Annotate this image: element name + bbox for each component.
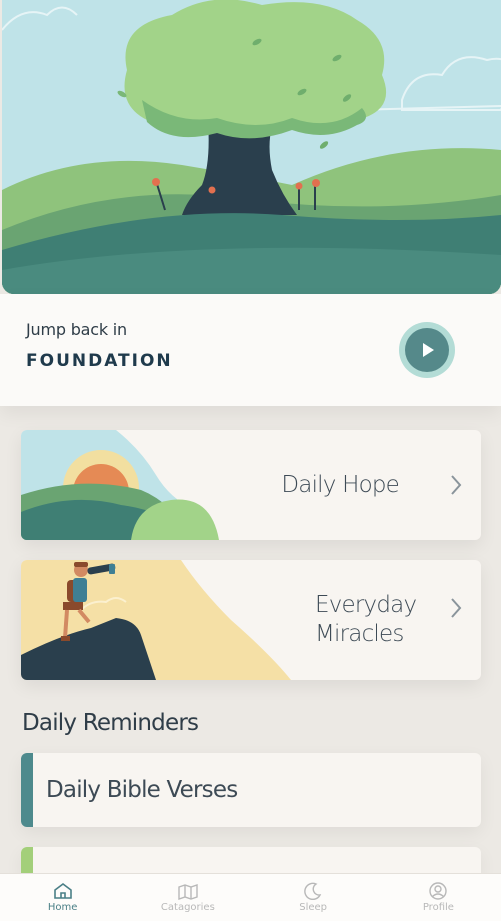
everyday-miracles-label-line2: Miracles <box>315 621 404 647</box>
reminder-accent-bar <box>21 753 33 827</box>
play-button[interactable] <box>399 322 455 378</box>
tab-home[interactable]: Home <box>0 874 125 921</box>
reminder-label: Daily Bible Verses <box>46 777 238 803</box>
daily-hope-label: Daily Hope <box>281 472 399 498</box>
home-icon <box>53 883 72 899</box>
hero-illustration <box>2 0 501 294</box>
tab-home-label: Home <box>47 902 78 913</box>
tab-profile-label: Profile <box>422 902 454 913</box>
everyday-miracles-card[interactable]: Everyday Miracles <box>21 560 481 680</box>
tab-profile[interactable]: Profile <box>376 874 501 921</box>
play-icon <box>405 328 449 372</box>
everyday-miracles-label-line1: Everyday <box>315 592 417 618</box>
hiker-cliff-art <box>21 560 291 680</box>
tab-catagories-label: Catagories <box>160 902 215 913</box>
daily-reminders-heading: Daily Reminders <box>22 710 199 736</box>
chevron-right-icon <box>451 598 462 618</box>
jump-back-in-card[interactable]: Jump back in FOUNDATION <box>0 294 501 406</box>
reminder-accent-bar <box>21 847 33 873</box>
tab-sleep[interactable]: Sleep <box>251 874 376 921</box>
tree-landscape-art <box>2 0 501 294</box>
tab-sleep-label: Sleep <box>299 902 328 913</box>
bottom-tab-bar: Home Catagories Sleep Profile <box>0 873 501 921</box>
tab-catagories[interactable]: Catagories <box>125 874 250 921</box>
reminder-item[interactable] <box>21 847 481 873</box>
resume-program-title: FOUNDATION <box>26 351 173 371</box>
profile-icon <box>429 882 448 900</box>
chevron-right-icon <box>451 475 462 495</box>
jump-back-in-label: Jump back in <box>26 320 127 339</box>
map-icon <box>178 884 198 900</box>
daily-hope-card[interactable]: Daily Hope <box>21 430 481 540</box>
moon-icon <box>304 882 322 900</box>
sunset-hills-art <box>21 430 219 540</box>
reminder-daily-bible-verses[interactable]: Daily Bible Verses <box>21 753 481 827</box>
